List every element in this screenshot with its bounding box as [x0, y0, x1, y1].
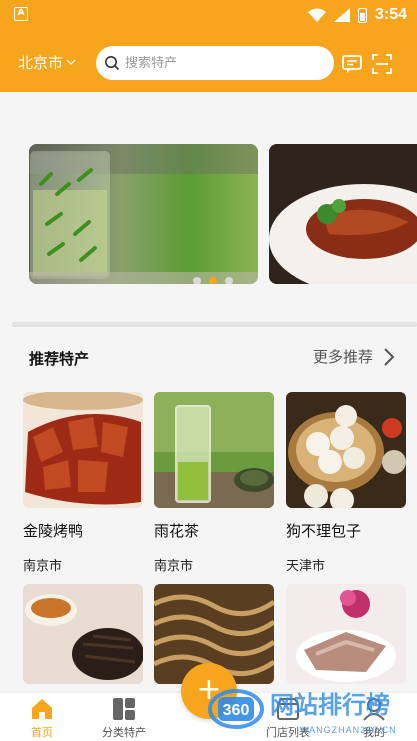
tab-label: 门店列表: [266, 726, 310, 739]
search-icon: [105, 56, 120, 71]
wifi-icon: [307, 8, 326, 22]
tab-label: 首页: [31, 726, 53, 739]
top-bar: A 3:54 北京市: [0, 0, 417, 92]
tea-glass-image: [29, 144, 258, 284]
carousel-dot[interactable]: [193, 277, 201, 284]
scan-icon[interactable]: [371, 53, 393, 75]
banner-carousel[interactable]: [0, 144, 417, 284]
tab-mine[interactable]: 我的: [334, 693, 414, 740]
category-icon: [113, 698, 135, 720]
chevron-right-icon: [384, 347, 395, 366]
tab-home[interactable]: 首页: [2, 693, 82, 740]
section-divider: [12, 322, 417, 327]
tab-label: 分类特产: [102, 726, 146, 739]
product-image-blacktea[interactable]: [23, 584, 143, 684]
main-content: 推荐特产 更多推荐 金陵烤鸭 南京市 雨花茶 南京市 狗不理包子 天津市: [0, 92, 417, 692]
carousel-dot[interactable]: [225, 277, 233, 284]
product-name: 雨花茶: [154, 522, 200, 540]
product-name: 狗不理包子: [286, 522, 362, 540]
user-icon: [363, 698, 385, 721]
tab-stores[interactable]: 门店列表: [248, 693, 328, 740]
tab-category[interactable]: 分类特产: [84, 693, 164, 740]
status-right: 3:54: [307, 6, 407, 24]
product-image-tea: [154, 392, 274, 508]
city-selector[interactable]: 北京市: [18, 52, 76, 73]
roast-duck-image: [269, 144, 417, 284]
signal-icon: [333, 8, 350, 22]
status-time: 3:54: [374, 6, 407, 23]
message-icon[interactable]: [341, 53, 363, 75]
tab-label: 我的: [363, 726, 385, 739]
add-button[interactable]: +: [181, 663, 237, 719]
product-card[interactable]: 雨花茶 南京市: [154, 392, 274, 574]
product-image-duck: [23, 392, 143, 508]
product-city: 天津市: [286, 559, 326, 574]
search-bar[interactable]: [96, 46, 334, 80]
header: 北京市: [0, 38, 417, 88]
chevron-down-icon: [66, 59, 76, 65]
more-recommend-link[interactable]: 更多推荐: [313, 346, 395, 367]
product-city: 南京市: [23, 559, 63, 574]
product-image-saltduck[interactable]: [286, 584, 406, 684]
carousel-dot-active[interactable]: [209, 277, 217, 284]
store-icon: [277, 698, 299, 720]
home-icon: [32, 699, 52, 719]
product-name: 金陵烤鸭: [23, 522, 84, 540]
banner-slide-tea[interactable]: [29, 144, 258, 284]
section-title: 推荐特产: [29, 350, 90, 368]
product-image-baozi: [286, 392, 406, 508]
product-card[interactable]: 金陵烤鸭 南京市: [23, 392, 143, 574]
banner-slide-duck[interactable]: [269, 144, 417, 284]
product-city: 南京市: [154, 559, 194, 574]
product-card[interactable]: 狗不理包子 天津市: [286, 392, 406, 574]
more-recommend-label: 更多推荐: [312, 348, 373, 366]
status-bar: A 3:54: [0, 0, 417, 30]
battery-icon: [357, 7, 367, 23]
search-input[interactable]: [125, 55, 315, 71]
carousel-indicator: [193, 277, 233, 284]
city-label: 北京市: [18, 54, 64, 72]
notification-icon: A: [14, 7, 28, 21]
